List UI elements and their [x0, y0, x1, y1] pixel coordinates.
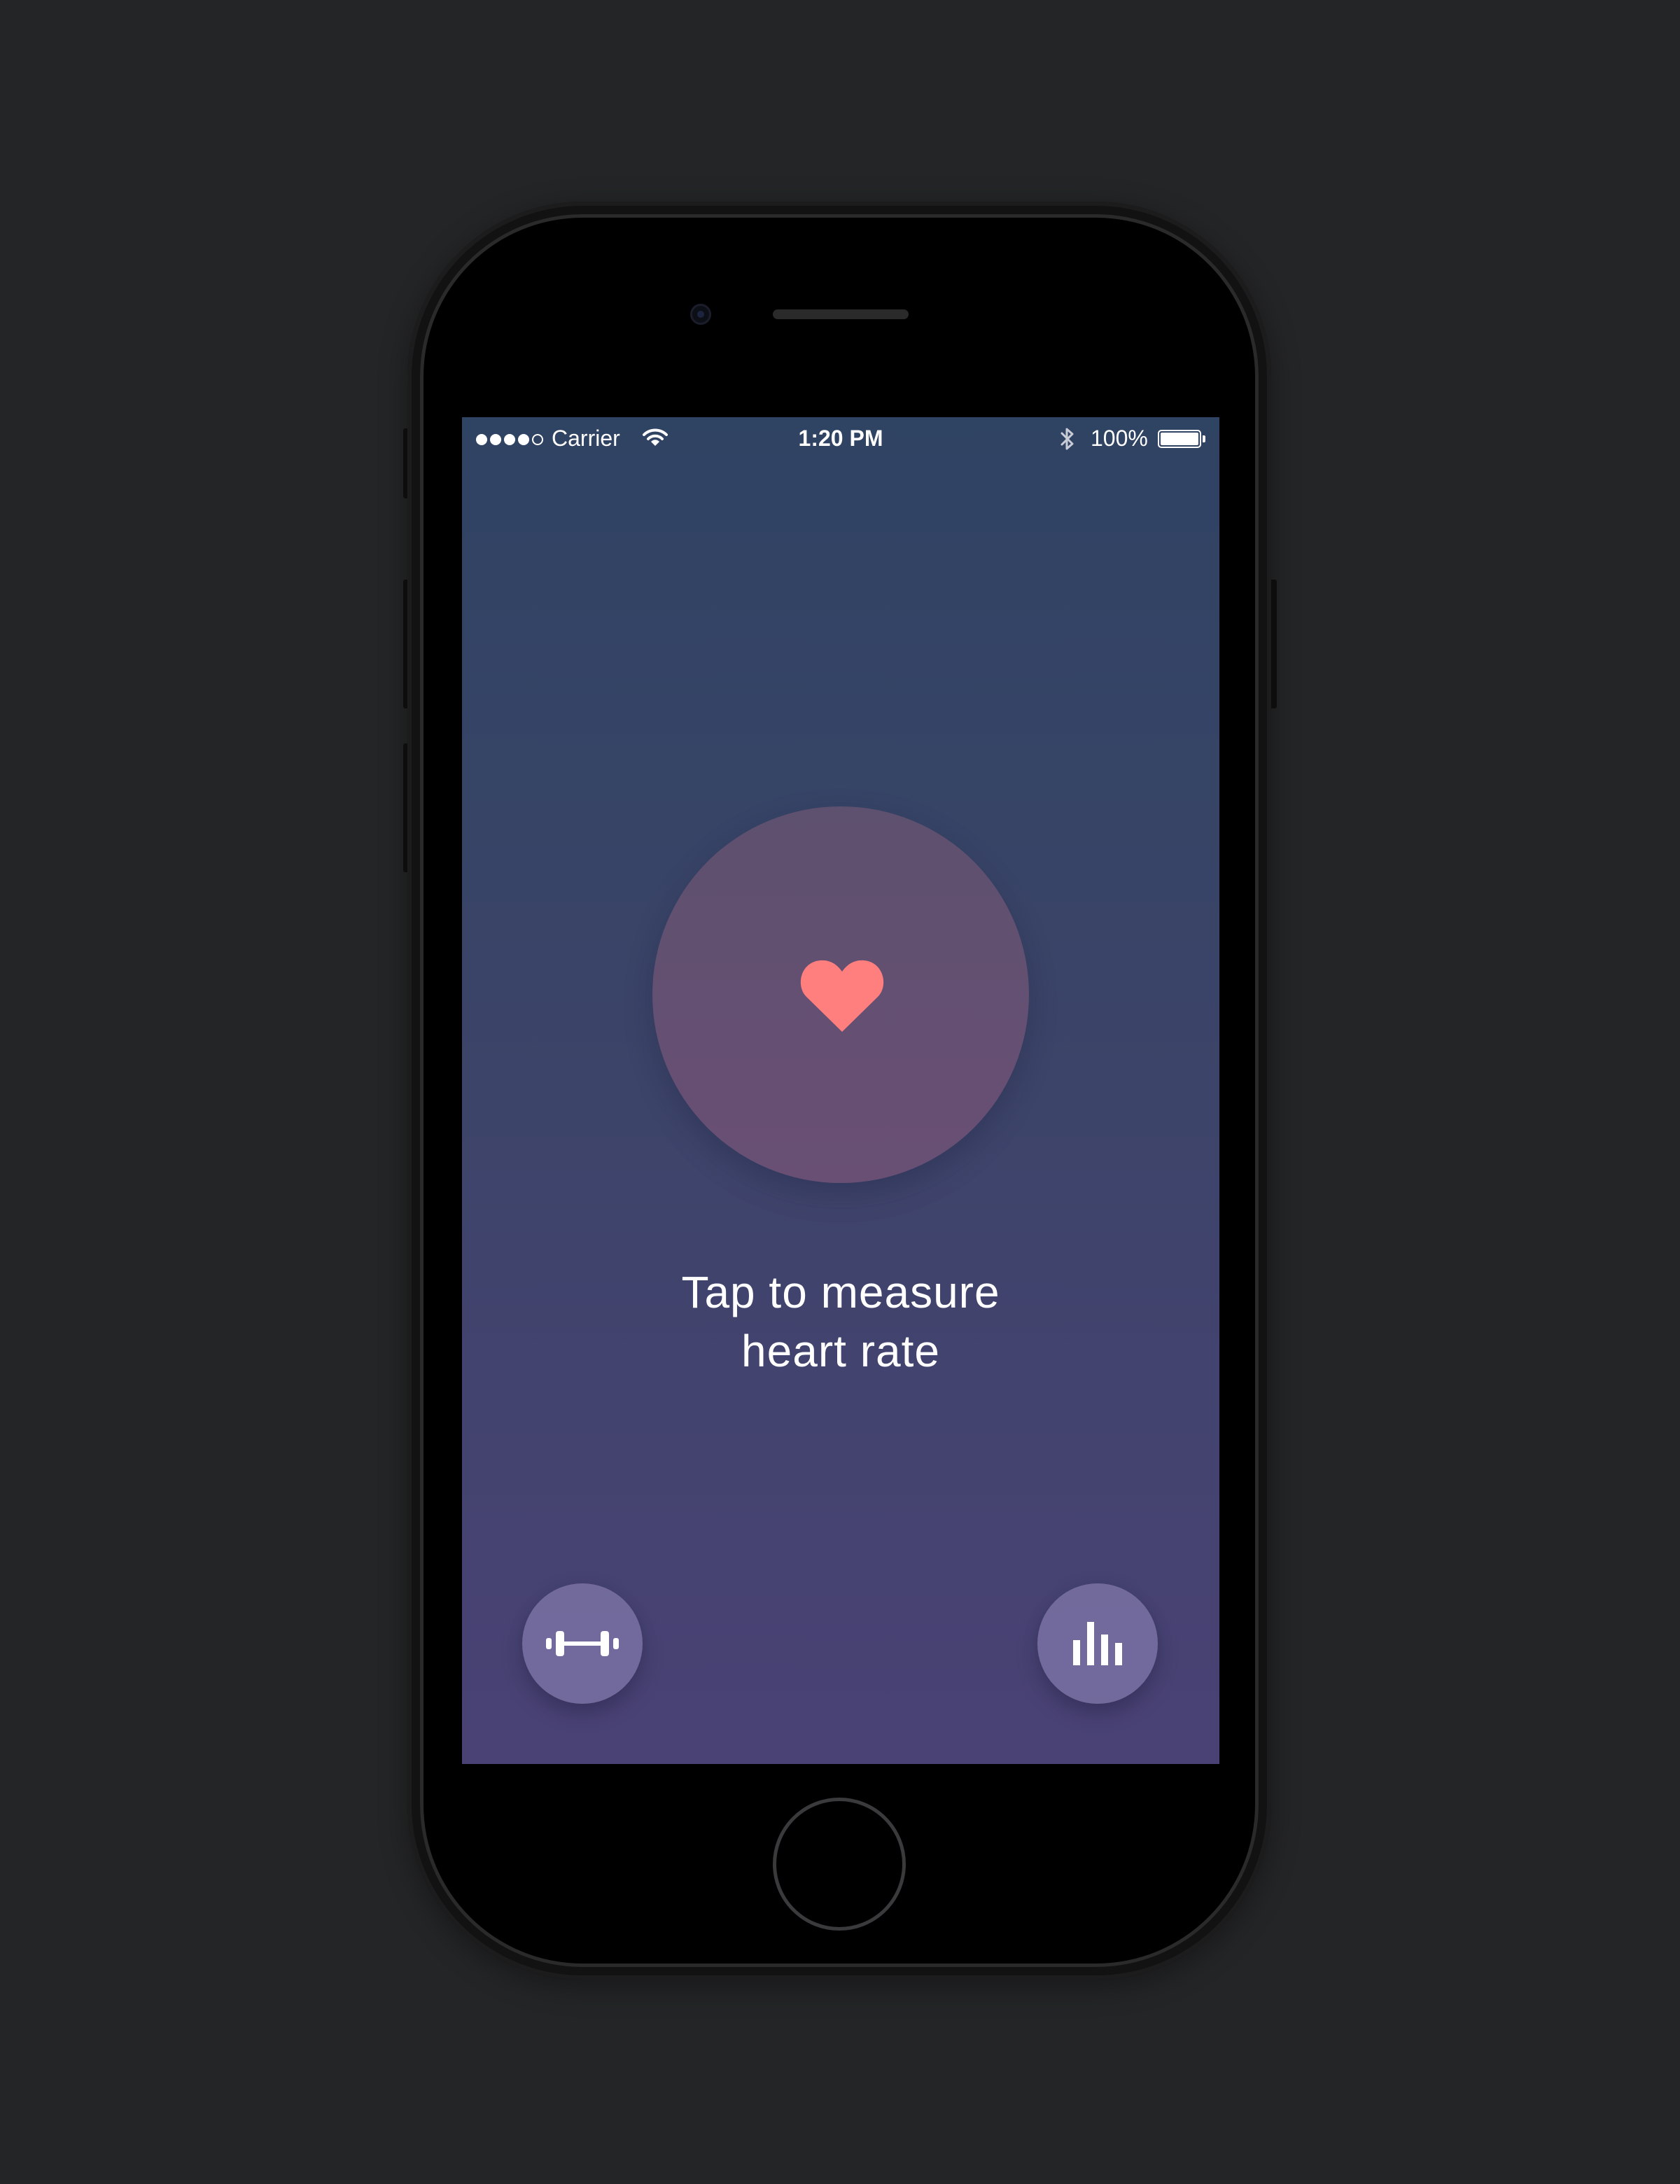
earpiece-speaker	[773, 309, 909, 319]
measure-prompt-text: Tap to measure heart rate	[462, 1263, 1219, 1380]
bar-chart-icon	[1073, 1622, 1122, 1665]
mockup-stage: Carrier 1:20 PM 100% Tap to measure hear…	[0, 0, 1680, 2184]
dumbbell-icon	[546, 1631, 619, 1656]
statistics-button[interactable]	[1037, 1583, 1158, 1704]
prompt-line-1: Tap to measure	[681, 1267, 1000, 1317]
front-camera	[690, 304, 711, 325]
battery-percentage: 100%	[1091, 426, 1148, 451]
status-bar: Carrier 1:20 PM 100%	[462, 417, 1219, 462]
heart-icon	[800, 960, 884, 1032]
bluetooth-icon	[1058, 426, 1077, 458]
battery-icon	[1158, 430, 1205, 448]
app-screen: Carrier 1:20 PM 100% Tap to measure hear…	[462, 417, 1219, 1764]
prompt-line-2: heart rate	[741, 1326, 940, 1376]
workout-button[interactable]	[522, 1583, 643, 1704]
home-button[interactable]	[773, 1798, 906, 1931]
measure-heart-rate-button[interactable]	[652, 806, 1029, 1183]
